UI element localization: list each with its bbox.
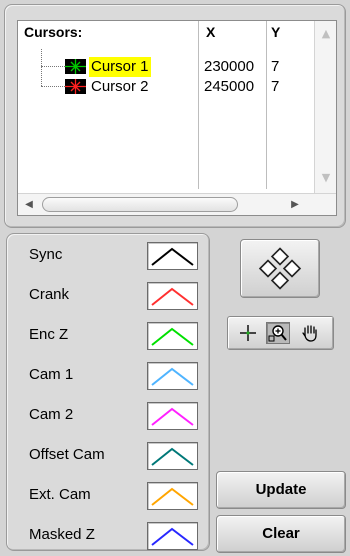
column-separator bbox=[198, 21, 199, 189]
vertical-scrollbar[interactable]: ▲ ▼ bbox=[314, 21, 336, 193]
trace-line-icon bbox=[151, 487, 194, 506]
cursor-y-value: 7 bbox=[271, 58, 280, 75]
cursor-x-value: 245000 bbox=[204, 78, 255, 95]
hand-pan-icon bbox=[302, 325, 317, 342]
legend-label: Crank bbox=[29, 286, 70, 303]
column-separator bbox=[266, 21, 267, 189]
legend-swatch[interactable] bbox=[147, 282, 198, 310]
horizontal-scrollbar[interactable]: ◀ ▶ bbox=[18, 193, 336, 215]
legend-label: Cam 2 bbox=[29, 406, 74, 423]
legend-swatch[interactable] bbox=[147, 522, 198, 550]
scroll-up-icon[interactable]: ▲ bbox=[319, 27, 333, 41]
clear-button[interactable]: Clear bbox=[216, 515, 346, 553]
legend-label: Enc Z bbox=[29, 326, 69, 343]
cursor-panel: Cursors: X Y Cursor 1 230000 7 Cursor 2 … bbox=[4, 4, 346, 228]
graph-tool-palette bbox=[227, 316, 334, 350]
navigation-button[interactable] bbox=[240, 239, 320, 298]
scroll-down-icon[interactable]: ▼ bbox=[319, 171, 333, 185]
legend-label: Ext. Cam bbox=[29, 486, 91, 503]
legend-swatch[interactable] bbox=[147, 402, 198, 430]
zoom-icon bbox=[268, 325, 287, 342]
trace-line-icon bbox=[151, 407, 194, 426]
legend-swatch[interactable] bbox=[147, 362, 198, 390]
trace-line-icon bbox=[151, 247, 194, 266]
table-row[interactable]: Cursor 2 245000 7 bbox=[18, 77, 288, 97]
cursor-name: Cursor 2 bbox=[91, 78, 149, 95]
legend-swatch[interactable] bbox=[147, 242, 198, 270]
cursor-name: Cursor 1 bbox=[89, 57, 151, 77]
legend-label: Offset Cam bbox=[29, 446, 105, 463]
legend-label: Cam 1 bbox=[29, 366, 74, 383]
legend-label: Sync bbox=[29, 246, 63, 263]
cursor-x-value: 230000 bbox=[204, 58, 255, 75]
legend-swatch[interactable] bbox=[147, 482, 198, 510]
zoom-tool[interactable] bbox=[266, 322, 290, 344]
x-header: X bbox=[206, 24, 216, 40]
trace-line-icon bbox=[151, 287, 194, 306]
legend-panel: Sync Crank Enc Z Cam 1 Cam 2 Offset Cam … bbox=[6, 233, 210, 551]
cursor-y-value: 7 bbox=[271, 78, 280, 95]
scroll-left-icon[interactable]: ◀ bbox=[22, 198, 36, 212]
trace-line-icon bbox=[151, 527, 194, 546]
crosshair-cursor-icon bbox=[240, 325, 256, 341]
cursors-header: Cursors: bbox=[24, 24, 83, 40]
cursor-table[interactable]: Cursors: X Y Cursor 1 230000 7 Cursor 2 … bbox=[17, 20, 337, 216]
trace-line-icon bbox=[151, 447, 194, 466]
scroll-right-icon[interactable]: ▶ bbox=[288, 198, 302, 212]
y-header: Y bbox=[271, 24, 281, 40]
cursor-crosshair-icon bbox=[65, 59, 86, 74]
legend-swatch[interactable] bbox=[147, 442, 198, 470]
cursor-crosshair-icon bbox=[65, 79, 86, 94]
scroll-thumb[interactable] bbox=[42, 197, 238, 212]
table-row[interactable]: Cursor 1 230000 7 bbox=[18, 57, 288, 77]
diamond-navigation-icon bbox=[258, 247, 302, 290]
legend-label: Masked Z bbox=[29, 526, 95, 543]
crosshair-cursor-tool[interactable] bbox=[236, 322, 260, 344]
trace-line-icon bbox=[151, 327, 194, 346]
trace-line-icon bbox=[151, 367, 194, 386]
update-button[interactable]: Update bbox=[216, 471, 346, 509]
pan-tool[interactable] bbox=[298, 322, 322, 344]
legend-swatch[interactable] bbox=[147, 322, 198, 350]
